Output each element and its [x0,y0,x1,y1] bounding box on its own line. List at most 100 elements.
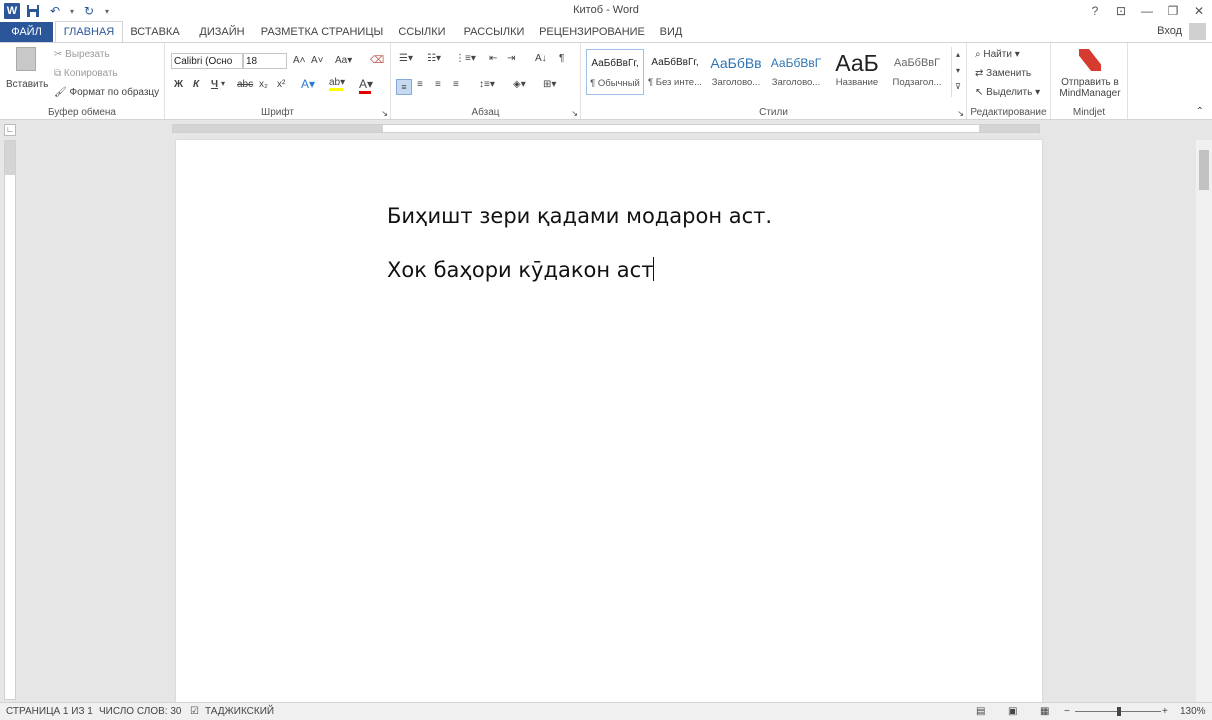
tab-design[interactable]: ДИЗАЙН [192,22,252,42]
clear-formatting-icon[interactable]: ⌫ [370,55,384,66]
page-count[interactable]: СТРАНИЦА 1 ИЗ 1 [6,706,93,717]
format-painter-button[interactable]: 🖌 Формат по образцу [54,87,159,98]
mindmanager-icon [1079,49,1101,71]
style-title[interactable]: АаБ Название [828,49,886,95]
multilevel-list-icon[interactable]: ⋮≡▾ [455,53,476,64]
style-no-spacing[interactable]: АаБбВвГг, ¶ Без инте... [646,49,704,95]
paste-button[interactable]: Вставить [6,47,48,97]
sign-in-link[interactable]: Вход [1157,25,1182,37]
ruler-strip[interactable] [172,124,1040,133]
font-color-button[interactable]: A▾ [359,77,373,94]
paragraph-group-label: Абзац [471,107,500,118]
styles-more-icon[interactable]: ⊽ [952,79,964,95]
tab-mailings[interactable]: РАССЫЛКИ [459,22,529,42]
tab-file[interactable]: ФАЙЛ [0,22,53,42]
show-formatting-icon[interactable]: ¶ [559,53,564,64]
vertical-scrollbar[interactable] [1196,140,1212,702]
subscript-icon[interactable]: x₂ [259,79,268,90]
word-count[interactable]: ЧИСЛО СЛОВ: 30 [99,706,181,717]
styles-dialog-launcher-icon[interactable]: ↘ [957,109,964,118]
select-button[interactable]: ↖ Выделить ▾ [975,87,1040,98]
copy-button[interactable]: ⧉ Копировать [54,68,118,79]
send-to-mindmanager-button[interactable]: Отправить в MindManager [1055,49,1125,99]
proofing-icon[interactable]: ☑ [190,706,199,717]
ribbon: Вставить ✂ Вырезать ⧉ Копировать 🖌 Форма… [0,42,1212,120]
justify-icon[interactable]: ≡ [453,79,459,90]
document-page[interactable]: Биҳишт зери қадами модарон аст. Хок баҳо… [176,140,1042,702]
zoom-in-icon[interactable]: + [1162,706,1168,717]
zoom-level[interactable]: 130% [1180,706,1206,717]
increase-indent-icon[interactable]: ⇥ [507,53,515,64]
bullets-icon[interactable]: ☰▾ [399,53,413,64]
shading-icon[interactable]: ◈▾ [513,79,526,90]
clipboard-group-label: Буфер обмена [48,107,116,118]
web-layout-icon[interactable]: ▦ [1040,706,1049,717]
styles-scroll[interactable]: ▴ ▾ ⊽ [951,47,964,97]
superscript-icon[interactable]: x² [277,79,285,90]
tab-home[interactable]: ГЛАВНАЯ [55,21,123,43]
undo-icon[interactable]: ↶ [46,2,64,20]
zoom-slider-thumb[interactable] [1117,707,1121,716]
align-left-icon[interactable]: ≡ [396,79,412,95]
language[interactable]: ТАДЖИКСКИЙ [205,706,274,717]
change-case-icon[interactable]: Aa▾ [335,55,352,66]
underline-dropdown-icon[interactable]: ▾ [221,79,225,88]
document-paragraph[interactable]: Биҳишт зери қадами модарон аст. [387,204,772,228]
text-effects-icon[interactable]: A▾ [301,77,315,91]
paste-icon [16,47,36,71]
bold-icon[interactable]: Ж [174,79,183,90]
ribbon-display-options-icon[interactable]: ⊡ [1108,0,1134,22]
font-size-select[interactable]: 18 [243,53,287,69]
print-layout-icon[interactable]: ▣ [1008,706,1017,717]
document-paragraph[interactable]: Хок баҳори кӯдакон аст [387,257,655,282]
style-subtitle[interactable]: АаБбВвГ Подзагол... [888,49,946,95]
tab-references[interactable]: ССЫЛКИ [392,22,452,42]
help-icon[interactable]: ? [1082,0,1108,22]
tab-view[interactable]: ВИД [653,22,689,42]
sort-icon[interactable]: A↓ [535,53,547,64]
underline-icon[interactable]: Ч [211,79,218,90]
save-icon[interactable] [24,2,42,20]
paragraph-dialog-launcher-icon[interactable]: ↘ [571,109,578,118]
chevron-up-icon[interactable]: ▴ [952,47,964,63]
scrollbar-thumb[interactable] [1199,150,1209,190]
chevron-down-icon[interactable]: ▾ [952,63,964,79]
avatar[interactable] [1189,23,1206,40]
tab-selector-icon[interactable]: ∟ [4,124,16,136]
close-icon[interactable]: ✕ [1186,0,1212,22]
grow-font-icon[interactable]: A˄ [293,55,306,66]
strikethrough-icon[interactable]: abc [237,79,253,90]
read-mode-icon[interactable]: ▤ [976,706,985,717]
zoom-out-icon[interactable]: − [1064,706,1070,717]
tab-insert[interactable]: ВСТАВКА [124,22,186,42]
brush-icon: 🖌 [54,87,67,98]
style-heading-2[interactable]: АаБбВвГ Заголово... [767,49,825,95]
redo-icon[interactable]: ↻ [80,2,98,20]
restore-icon[interactable]: ❐ [1160,0,1186,22]
editing-group-label: Редактирование [970,107,1047,118]
clipboard-group: Вставить ✂ Вырезать ⧉ Копировать 🖌 Форма… [0,43,165,119]
font-name-select[interactable]: Calibri (Осно [171,53,243,69]
replace-button[interactable]: ⇄ Заменить [975,68,1031,79]
word-icon[interactable]: W [4,3,20,19]
undo-dropdown-icon[interactable]: ▾ [68,2,76,20]
line-spacing-icon[interactable]: ↕≡▾ [479,79,495,90]
font-dialog-launcher-icon[interactable]: ↘ [381,109,388,118]
customize-qat-icon[interactable]: ▾ [102,2,112,20]
align-center-icon[interactable]: ≡ [417,79,423,90]
minimize-icon[interactable]: — [1134,0,1160,22]
collapse-ribbon-icon[interactable]: ⌃ [1196,106,1204,117]
cut-button[interactable]: ✂ Вырезать [54,49,110,60]
shrink-font-icon[interactable]: A˅ [311,55,324,66]
numbering-icon[interactable]: ☷▾ [427,53,441,64]
italic-icon[interactable]: К [193,79,199,90]
align-right-icon[interactable]: ≡ [435,79,441,90]
tab-page-layout[interactable]: РАЗМЕТКА СТРАНИЦЫ [259,22,385,42]
find-button[interactable]: ⌕ Найти ▾ [975,49,1020,60]
style-heading-1[interactable]: АаБбВв Заголово... [707,49,765,95]
highlight-icon[interactable]: ab▾ [329,77,345,91]
borders-icon[interactable]: ⊞▾ [543,79,556,90]
decrease-indent-icon[interactable]: ⇤ [489,53,497,64]
style-normal[interactable]: АаБбВвГг, ¶ Обычный [586,49,644,95]
tab-review[interactable]: РЕЦЕНЗИРОВАНИЕ [536,22,648,42]
